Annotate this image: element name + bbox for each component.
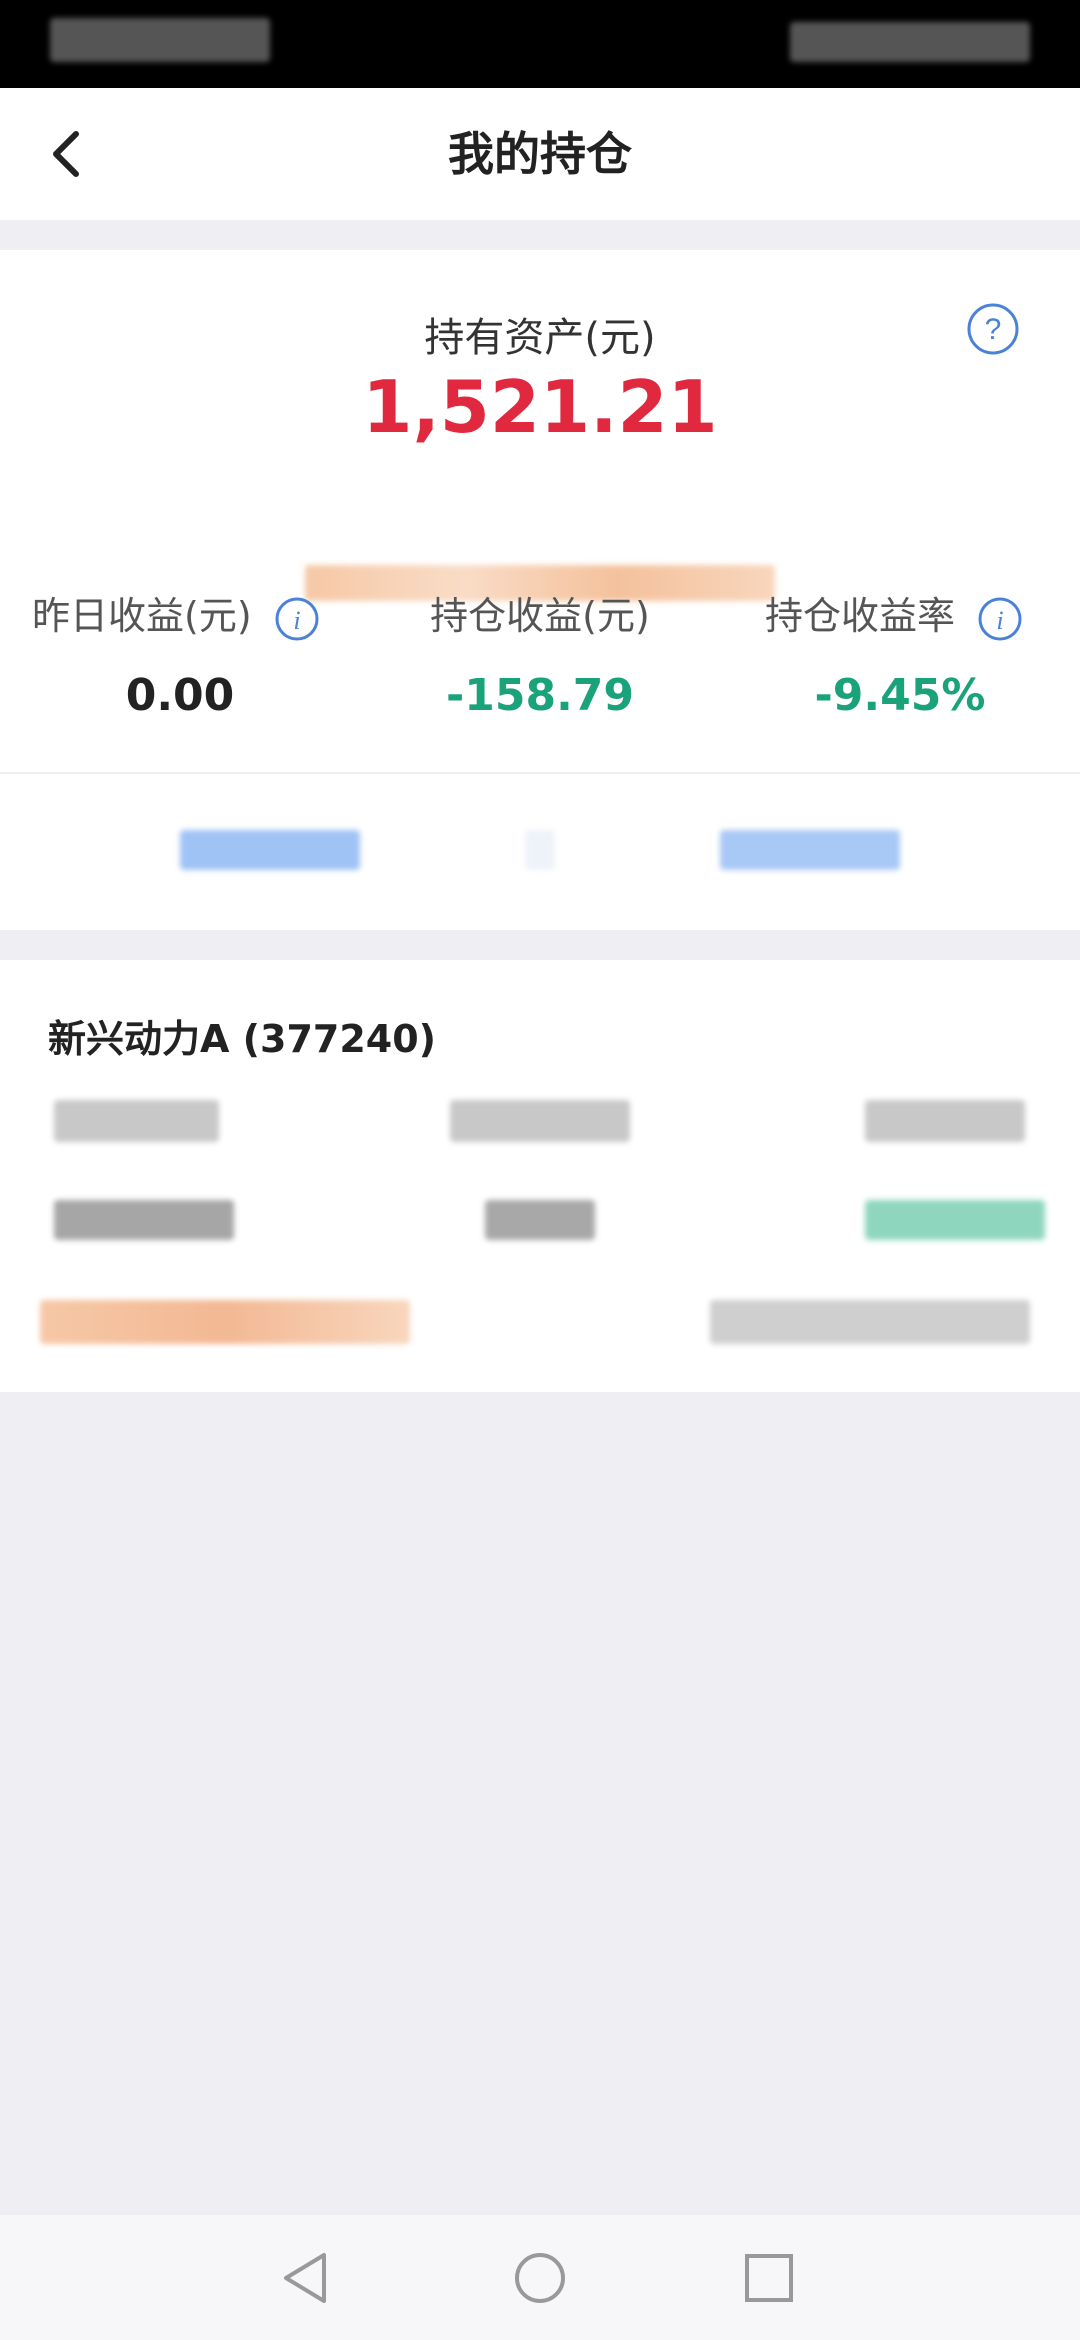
holding-detail-obscured bbox=[865, 1200, 1045, 1240]
action-link-left-obscured[interactable] bbox=[180, 830, 360, 870]
nav-recents-icon[interactable] bbox=[734, 2243, 804, 2313]
fund-name: 新兴动力A (377240) bbox=[48, 1017, 437, 1061]
action-link-middle-obscured bbox=[525, 830, 555, 870]
svg-text:?: ? bbox=[985, 313, 1002, 346]
holding-card[interactable]: 新兴动力A (377240) bbox=[0, 960, 1080, 1392]
system-nav-bar bbox=[0, 2215, 1080, 2340]
help-icon[interactable]: ? bbox=[966, 302, 1020, 356]
info-icon[interactable]: i bbox=[977, 596, 1023, 642]
holding-earnings-label: 持仓收益(元) bbox=[430, 594, 650, 638]
holding-detail-obscured bbox=[710, 1300, 1030, 1344]
yesterday-earnings-label-text: 昨日收益(元) bbox=[32, 594, 252, 638]
divider bbox=[0, 772, 1080, 774]
page-title: 我的持仓 bbox=[448, 127, 632, 181]
header: 我的持仓 bbox=[0, 88, 1080, 220]
holding-detail-obscured bbox=[450, 1100, 630, 1142]
info-icon[interactable]: i bbox=[274, 596, 320, 642]
holding-return-rate-label: 持仓收益率 i bbox=[740, 585, 1080, 642]
svg-text:i: i bbox=[293, 606, 300, 635]
holding-tag-obscured bbox=[40, 1300, 410, 1344]
yesterday-earnings-value: 0.00 bbox=[125, 670, 235, 721]
action-link-right-obscured[interactable] bbox=[720, 830, 900, 870]
status-bar bbox=[0, 0, 1080, 88]
nav-home-icon[interactable] bbox=[505, 2243, 575, 2313]
asset-summary-card: 持有资产(元) 1,521.21 ? 昨日收益(元) i 0.00 持仓收益(元… bbox=[0, 250, 1080, 930]
holding-return-rate-label-text: 持仓收益率 bbox=[765, 594, 956, 638]
asset-label: 持有资产(元) bbox=[424, 315, 656, 361]
svg-text:i: i bbox=[996, 606, 1003, 635]
holding-return-rate-value: -9.45% bbox=[814, 670, 986, 721]
asset-value: 1,521.21 bbox=[362, 365, 718, 449]
holding-detail-obscured bbox=[54, 1200, 234, 1240]
holding-detail-obscured bbox=[865, 1100, 1025, 1142]
status-bar-right-obscured bbox=[790, 22, 1030, 62]
nav-back-icon[interactable] bbox=[274, 2243, 344, 2313]
holding-earnings-value: -158.79 bbox=[445, 670, 635, 721]
holding-detail-obscured bbox=[485, 1200, 595, 1240]
yesterday-earnings-label: 昨日收益(元) i bbox=[20, 585, 362, 642]
status-bar-left-obscured bbox=[50, 18, 270, 62]
holding-detail-obscured bbox=[54, 1100, 219, 1142]
